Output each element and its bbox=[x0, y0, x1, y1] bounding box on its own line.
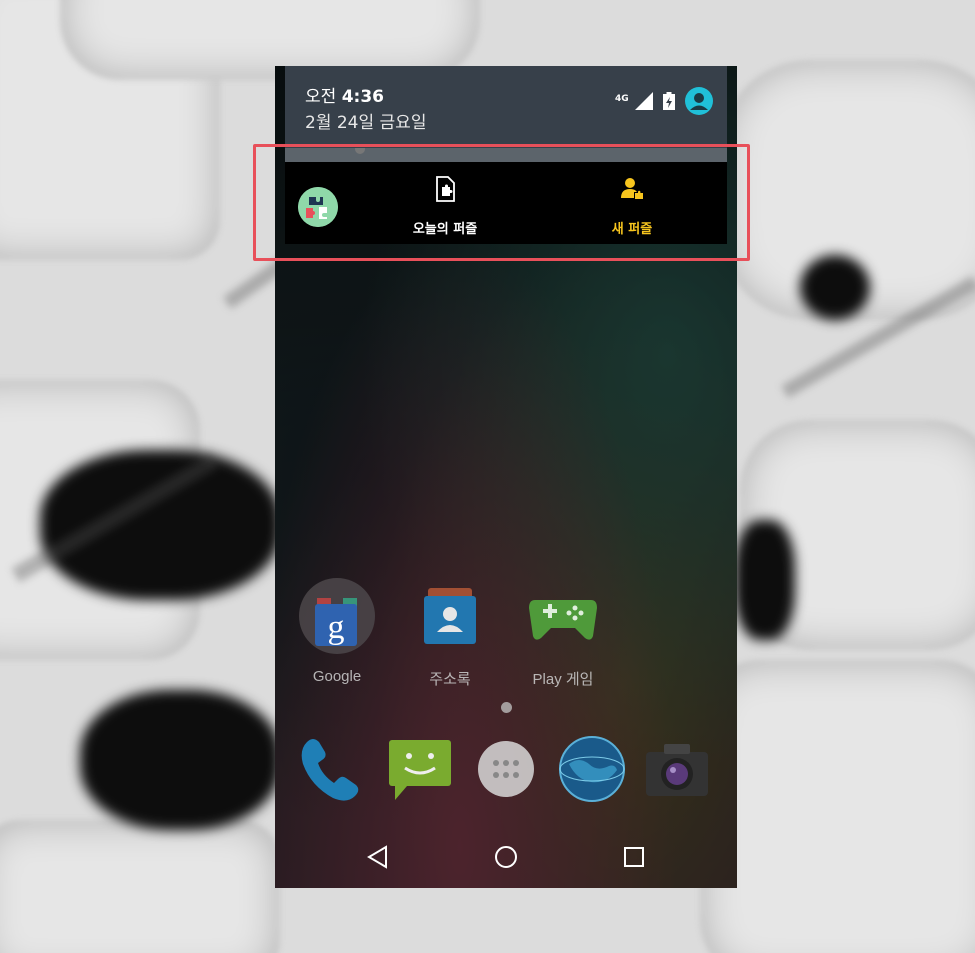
play-games-icon bbox=[529, 600, 597, 640]
back-button[interactable] bbox=[365, 844, 391, 870]
app-play-games-label: Play 게임 bbox=[532, 671, 594, 688]
google-folder-icon: g bbox=[299, 578, 375, 654]
status-icons bbox=[635, 87, 713, 115]
app-google-label: Google bbox=[312, 668, 362, 685]
notification-header: 오전 4:36 2월 24일 금요일 4G bbox=[285, 66, 727, 148]
status-clock: 오전 4:36 bbox=[305, 82, 384, 107]
camera-icon[interactable] bbox=[642, 734, 712, 804]
app-drawer-icon[interactable] bbox=[471, 734, 541, 804]
time-value: 4:36 bbox=[341, 87, 384, 107]
app-google[interactable]: g Google bbox=[287, 576, 387, 685]
signal-icon bbox=[635, 92, 653, 110]
messaging-icon[interactable] bbox=[385, 734, 455, 804]
app-play-games[interactable]: Play 게임 bbox=[513, 576, 613, 689]
network-type-label: 4G bbox=[615, 94, 629, 104]
home-button[interactable] bbox=[493, 844, 519, 870]
battery-icon bbox=[663, 92, 675, 110]
page-indicator bbox=[501, 702, 512, 713]
avatar-icon[interactable] bbox=[685, 87, 713, 115]
app-contacts[interactable]: 주소록 bbox=[400, 576, 500, 689]
phone-icon[interactable] bbox=[297, 734, 367, 804]
contacts-icon bbox=[424, 588, 476, 644]
status-date: 2월 24일 금요일 bbox=[305, 113, 427, 133]
notification-highlight-box bbox=[253, 144, 750, 261]
browser-globe-icon[interactable] bbox=[557, 734, 627, 804]
app-contacts-label: 주소록 bbox=[429, 671, 471, 688]
time-prefix: 오전 bbox=[305, 87, 337, 107]
svg-text:g: g bbox=[328, 609, 345, 646]
navigation-bar bbox=[275, 826, 737, 888]
recents-button[interactable] bbox=[621, 844, 647, 870]
